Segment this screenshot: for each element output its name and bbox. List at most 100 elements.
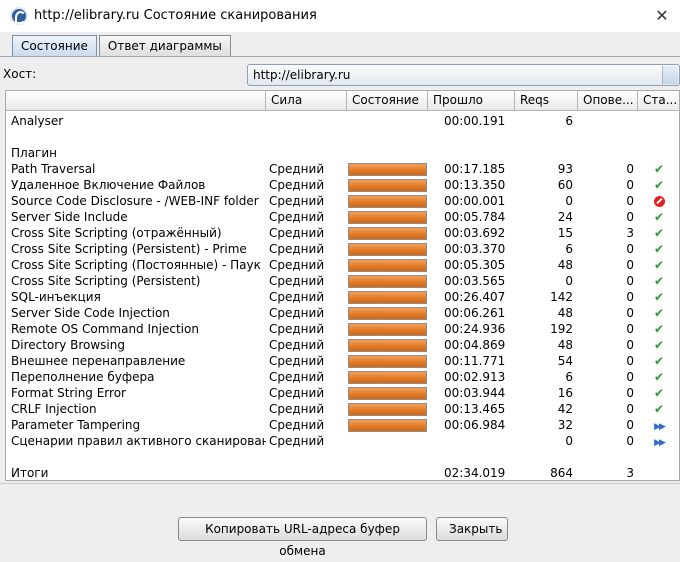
plugin-alerts: 0 (626, 322, 634, 336)
plugin-row[interactable]: SQL-инъекция Средний 00:26.407 142 0 ✔ (6, 289, 679, 305)
plugin-strength: Средний (269, 194, 325, 208)
plugin-row[interactable]: CRLF Injection Средний 00:13.465 42 0 ✔ (6, 401, 679, 417)
column-header-elapsed[interactable]: Прошло (428, 91, 515, 111)
check-icon: ✔ (653, 370, 665, 384)
plugin-row[interactable]: Path Traversal Средний 00:17.185 93 0 ✔ (6, 161, 679, 177)
plugins-group-row: Плагин (6, 145, 679, 161)
play-icon[interactable]: ▶▶ (652, 433, 666, 449)
plugin-alerts: 0 (626, 434, 634, 448)
tab-bar: Состояние Ответ диаграммы (12, 35, 233, 57)
plugin-strength: Средний (269, 322, 325, 336)
column-header-strength[interactable]: Сила (266, 91, 347, 111)
progress-fill (349, 180, 426, 191)
plugin-name: CRLF Injection (11, 402, 97, 416)
plugin-alerts: 0 (626, 274, 634, 288)
plugin-row[interactable]: Переполнение буфера Средний 00:02.913 6 0 ✔ (6, 369, 679, 385)
plugin-alerts: 0 (626, 306, 634, 320)
plugin-elapsed (444, 433, 514, 449)
plugin-row[interactable]: Parameter Tampering Средний 00:06.984 32 0 ▶▶ (6, 417, 679, 433)
close-icon[interactable]: ✕ (650, 4, 674, 28)
plugin-progress-bar (348, 227, 427, 240)
totals-elapsed: 02:34.019 (444, 466, 506, 480)
column-header-progress[interactable]: Состояние (347, 91, 428, 111)
plugin-alerts: 0 (626, 402, 634, 416)
plugin-alerts: 0 (626, 162, 634, 176)
plugin-row[interactable]: Remote OS Command Injection Средний 00:24.… (6, 321, 679, 337)
column-header-name[interactable] (6, 91, 266, 111)
column-header-alerts[interactable]: Опове... (578, 91, 638, 111)
close-button[interactable]: Закрыть (436, 517, 508, 541)
plugin-reqs: 48 (557, 338, 573, 352)
plugin-row[interactable]: Удаленное Включение Файлов Средний 00:13.3… (6, 177, 679, 193)
table-header: Сила Состояние Прошло Reqs Опове... Ста.… (6, 91, 679, 111)
plugin-progress-bar (348, 355, 427, 368)
plugin-elapsed: 00:17.185 (444, 162, 506, 176)
plugin-strength: Средний (269, 434, 325, 448)
check-icon: ✔ (653, 162, 665, 176)
plugin-row[interactable]: Server Side Include Средний 00:05.784 24 0 ✔ (6, 209, 679, 225)
plugin-reqs: 42 (557, 402, 573, 416)
plugin-row[interactable]: Cross Site Scripting (Постоянные) - Паук… (6, 257, 679, 273)
host-dropdown-button[interactable] (662, 66, 678, 84)
plugin-elapsed: 00:13.465 (444, 402, 506, 416)
plugin-reqs: 54 (557, 354, 573, 368)
progress-fill (349, 196, 426, 207)
plugin-row[interactable]: Сценарии правил активного сканирования Ср… (6, 433, 679, 449)
plugin-name: Сценарии правил активного сканирования (11, 434, 266, 448)
plugin-name: Server Side Include (11, 210, 128, 224)
column-header-status[interactable]: Ста... (638, 91, 679, 111)
plugin-strength: Средний (269, 242, 325, 256)
analyser-row[interactable]: Analyser 00:00.191 6 (6, 113, 679, 129)
plugin-progress-bar (348, 291, 427, 304)
tab-response-chart[interactable]: Ответ диаграммы (98, 35, 231, 57)
plugin-elapsed: 00:02.913 (444, 370, 506, 384)
progress-fill (349, 212, 426, 223)
row-reqs: 6 (565, 114, 573, 128)
plugin-row[interactable]: Внешнее перенаправление Средний 00:11.771 5… (6, 353, 679, 369)
plugin-name: SQL-инъекция (11, 290, 101, 304)
plugin-elapsed: 00:00.001 (444, 194, 506, 208)
plugin-alerts: 0 (626, 290, 634, 304)
footer-divider (0, 483, 680, 484)
plugin-row[interactable]: Server Side Code Injection Средний 00:06.2… (6, 305, 679, 321)
plugin-alerts: 0 (626, 354, 634, 368)
plugin-row[interactable]: Source Code Disclosure - /WEB-INF folder… (6, 193, 679, 209)
totals-label: Итоги (11, 466, 49, 480)
plugin-strength: Средний (269, 210, 325, 224)
title-bar: http://elibrary.ru Состояние сканировани… (0, 0, 680, 32)
progress-fill (349, 308, 426, 319)
totals-alerts: 3 (626, 466, 634, 480)
play-icon[interactable]: ▶▶ (652, 417, 666, 433)
column-header-reqs[interactable]: Reqs (515, 91, 578, 111)
plugin-strength: Средний (269, 258, 325, 272)
plugin-row[interactable]: Cross Site Scripting (Persistent) Средний… (6, 273, 679, 289)
plugin-row[interactable]: Cross Site Scripting (Persistent) - Prim… (6, 241, 679, 257)
plugin-reqs: 48 (557, 306, 573, 320)
plugin-reqs: 48 (557, 258, 573, 272)
plugin-reqs: 6 (565, 370, 573, 384)
host-select[interactable]: http://elibrary.ru (247, 64, 680, 86)
plugin-reqs: 24 (557, 210, 573, 224)
progress-fill (349, 276, 426, 287)
progress-fill (349, 404, 426, 415)
tab-status[interactable]: Состояние (12, 35, 97, 57)
plugin-row[interactable]: Directory Browsing Средний 00:04.869 48 0 ✔ (6, 337, 679, 353)
host-value: http://elibrary.ru (253, 68, 351, 82)
plugin-alerts: 0 (626, 370, 634, 384)
copy-urls-button[interactable]: Копировать URL-адреса буфер обмена (178, 517, 427, 558)
window-title: http://elibrary.ru Состояние сканировани… (34, 8, 317, 23)
plugin-elapsed: 00:04.869 (444, 338, 506, 352)
check-icon: ✔ (653, 290, 665, 304)
totals-row: Итоги 02:34.019 864 3 (6, 465, 679, 480)
plugin-name: Parameter Tampering (11, 418, 141, 432)
plugin-row[interactable]: Format String Error Средний 00:03.944 16 0 ✔ (6, 385, 679, 401)
plugin-strength: Средний (269, 274, 325, 288)
plugin-strength: Средний (269, 290, 325, 304)
progress-fill (349, 164, 426, 175)
plugin-alerts: 0 (626, 338, 634, 352)
plugin-alerts: 3 (626, 226, 634, 240)
plugin-elapsed: 00:03.565 (444, 274, 506, 288)
plugin-row[interactable]: Cross Site Scripting (отражённый) Средний… (6, 225, 679, 241)
progress-fill (349, 260, 426, 271)
plugin-progress-bar (348, 371, 427, 384)
